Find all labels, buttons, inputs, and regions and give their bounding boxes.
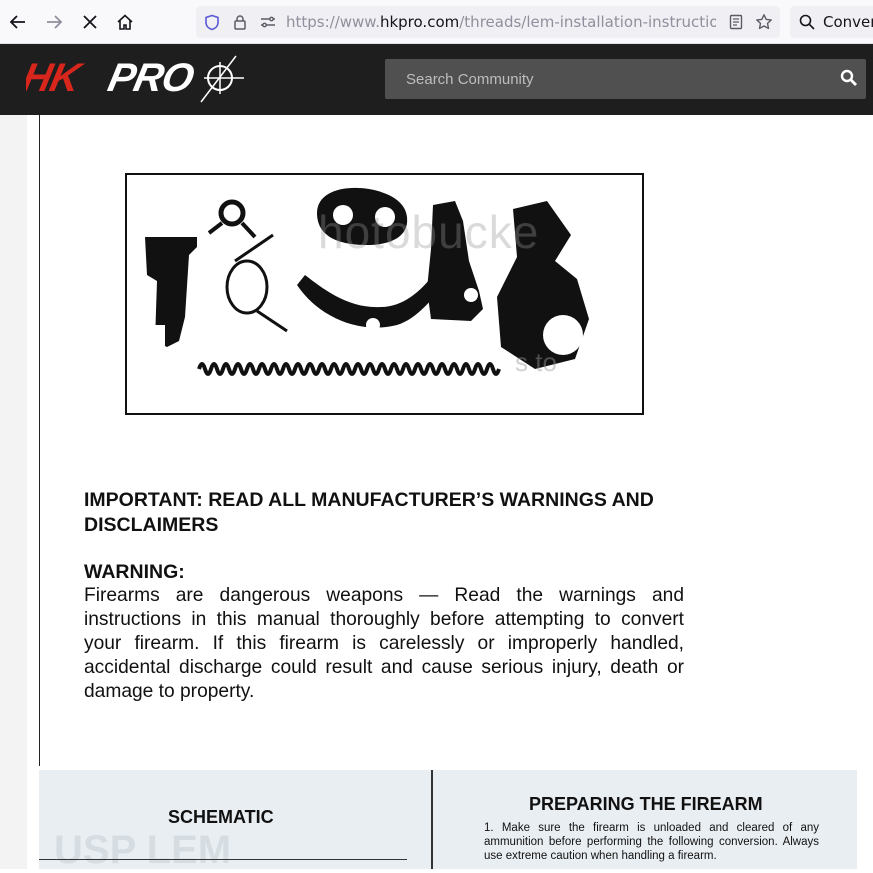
forward-arrow-icon xyxy=(47,15,63,29)
reader-view-icon[interactable] xyxy=(726,12,746,32)
community-search xyxy=(385,59,866,99)
preparing-step-1: 1. Make sure the firearm is unloaded and… xyxy=(484,822,819,862)
svg-text:PRO: PRO xyxy=(104,54,198,99)
back-arrow-icon xyxy=(9,15,25,29)
browser-search-label: Conver xyxy=(823,13,873,31)
permissions-icon[interactable] xyxy=(258,12,278,32)
site-header: HK PRO xyxy=(0,44,873,115)
hkpro-logo[interactable]: HK PRO xyxy=(18,54,246,104)
watermark-fragment: s to xyxy=(515,347,557,377)
schematic-heading: SCHEMATIC xyxy=(168,807,274,827)
preparing-heading: PREPARING THE FIREARM xyxy=(529,794,763,814)
photobucket-watermark: hotobucke xyxy=(318,206,540,258)
close-icon xyxy=(83,15,97,29)
schematic-frame-top xyxy=(39,859,407,860)
warning-text: Firearms are dangerous weapons — Read th… xyxy=(84,585,684,702)
browser-toolbar: https://www.hkpro.com/threads/lem-instal… xyxy=(0,0,873,44)
page-fold xyxy=(431,770,433,869)
url-text[interactable]: https://www.hkpro.com/threads/lem-instal… xyxy=(286,6,716,38)
svg-text:HK: HK xyxy=(26,54,87,99)
forward-button[interactable] xyxy=(40,8,68,36)
community-search-button[interactable] xyxy=(840,69,860,89)
home-icon xyxy=(117,14,133,30)
lock-icon[interactable] xyxy=(230,12,250,32)
back-button[interactable] xyxy=(4,8,32,36)
bookmark-star-icon[interactable] xyxy=(754,12,774,32)
home-button[interactable] xyxy=(111,8,139,36)
search-icon xyxy=(799,14,815,30)
shield-icon[interactable] xyxy=(202,12,222,32)
address-bar[interactable]: https://www.hkpro.com/threads/lem-instal… xyxy=(196,6,780,38)
community-search-input[interactable] xyxy=(385,59,836,99)
faint-background-print: USP LEM xyxy=(54,828,232,872)
manual-scan-image-2[interactable]: USP LEM SCHEMATIC PREPARING THE FIREARM … xyxy=(39,770,857,872)
browser-search-button[interactable]: Conver xyxy=(790,6,873,38)
search-icon xyxy=(840,69,857,86)
stop-button[interactable] xyxy=(76,8,104,36)
important-heading: IMPORTANT: READ ALL MANUFACTURER’S WARNI… xyxy=(84,489,654,536)
warning-heading: WARNING: xyxy=(84,561,185,583)
